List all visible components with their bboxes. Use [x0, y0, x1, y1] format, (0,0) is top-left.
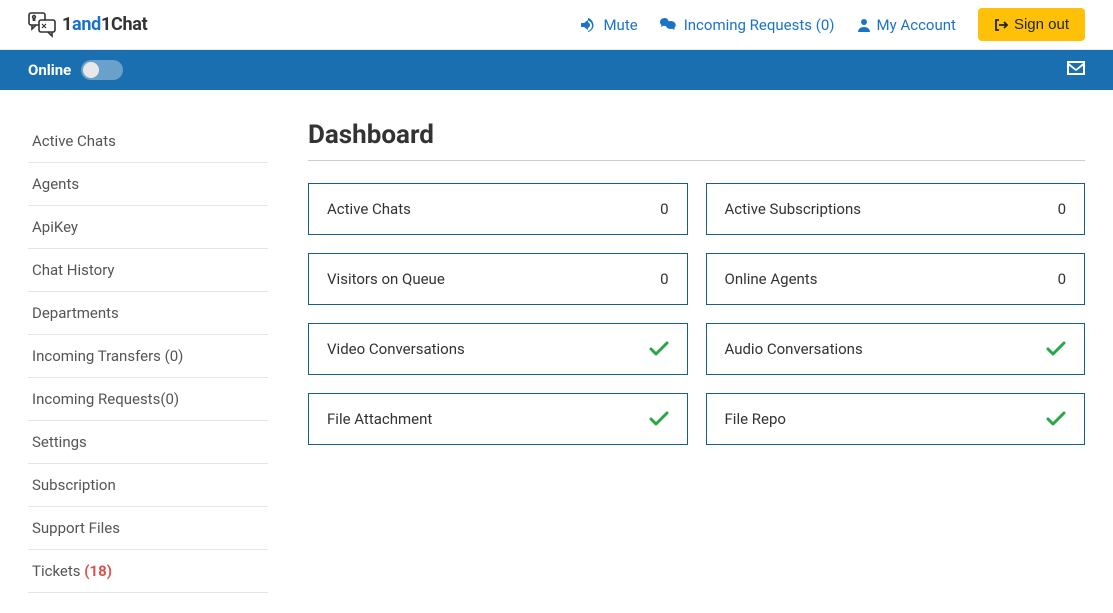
sidebar-item-chat-history[interactable]: Chat History — [28, 249, 268, 292]
content: Dashboard Active Chats 0 Active Subscrip… — [308, 120, 1085, 593]
logo-text: 1and1Chat — [62, 14, 147, 35]
sidebar-item-tickets[interactable]: Tickets (18) — [28, 550, 268, 593]
card-value: 0 — [1058, 270, 1066, 288]
card-label: File Attachment — [327, 410, 432, 428]
sidebar: Active Chats Agents ApiKey Chat History … — [28, 120, 268, 593]
card-online-agents: Online Agents 0 — [706, 253, 1086, 305]
sidebar-item-incoming-requests[interactable]: Incoming Requests(0) — [28, 378, 268, 421]
card-value: 0 — [660, 200, 668, 218]
card-label: Audio Conversations — [725, 340, 863, 358]
card-video-conversations: Video Conversations — [308, 323, 688, 375]
online-toggle[interactable] — [81, 60, 123, 80]
status-bar: Online — [0, 50, 1113, 90]
sidebar-item-apikey[interactable]: ApiKey — [28, 206, 268, 249]
card-label: Active Subscriptions — [725, 200, 862, 218]
sidebar-item-agents[interactable]: Agents — [28, 163, 268, 206]
sidebar-item-settings[interactable]: Settings — [28, 421, 268, 464]
card-file-repo: File Repo — [706, 393, 1086, 445]
signout-button[interactable]: Sign out — [978, 8, 1085, 41]
card-label: File Repo — [725, 410, 786, 428]
status-label: Online — [28, 61, 71, 79]
card-active-chats: Active Chats 0 — [308, 183, 688, 235]
card-value: 0 — [1058, 200, 1066, 218]
card-active-subscriptions: Active Subscriptions 0 — [706, 183, 1086, 235]
card-label: Video Conversations — [327, 340, 465, 358]
mute-link[interactable]: Mute — [581, 16, 637, 34]
card-file-attachment: File Attachment — [308, 393, 688, 445]
toggle-knob — [83, 62, 99, 78]
tickets-count: (18) — [84, 562, 112, 580]
sidebar-item-departments[interactable]: Departments — [28, 292, 268, 335]
chat-icon — [660, 18, 678, 32]
card-visitors-queue: Visitors on Queue 0 — [308, 253, 688, 305]
card-value: 0 — [660, 270, 668, 288]
check-icon — [1046, 341, 1066, 357]
account-link[interactable]: My Account — [857, 16, 956, 34]
sidebar-item-active-chats[interactable]: Active Chats — [28, 120, 268, 163]
logo[interactable]: 1and1Chat — [28, 12, 147, 38]
topbar: 1and1Chat Mute Incoming Requests (0) My … — [0, 0, 1113, 50]
card-label: Online Agents — [725, 270, 818, 288]
check-icon — [649, 341, 669, 357]
page-title: Dashboard — [308, 120, 1085, 161]
envelope-icon[interactable] — [1067, 61, 1085, 79]
volume-icon — [581, 18, 597, 32]
sidebar-item-subscription[interactable]: Subscription — [28, 464, 268, 507]
card-label: Active Chats — [327, 200, 411, 218]
check-icon — [649, 411, 669, 427]
sidebar-item-support-files[interactable]: Support Files — [28, 507, 268, 550]
check-icon — [1046, 411, 1066, 427]
signout-icon — [994, 18, 1008, 32]
top-nav: Mute Incoming Requests (0) My Account Si… — [581, 8, 1085, 41]
chat-logo-icon — [28, 12, 56, 38]
card-audio-conversations: Audio Conversations — [706, 323, 1086, 375]
user-icon — [857, 18, 871, 32]
incoming-label: Incoming Requests (0) — [684, 16, 835, 34]
signout-label: Sign out — [1014, 16, 1069, 33]
account-label: My Account — [877, 16, 956, 34]
mute-label: Mute — [603, 16, 637, 34]
incoming-link[interactable]: Incoming Requests (0) — [660, 16, 835, 34]
card-label: Visitors on Queue — [327, 270, 445, 288]
status-left: Online — [28, 60, 123, 80]
main-layout: Active Chats Agents ApiKey Chat History … — [0, 90, 1113, 613]
card-grid: Active Chats 0 Active Subscriptions 0 Vi… — [308, 183, 1085, 445]
sidebar-item-incoming-transfers[interactable]: Incoming Transfers (0) — [28, 335, 268, 378]
